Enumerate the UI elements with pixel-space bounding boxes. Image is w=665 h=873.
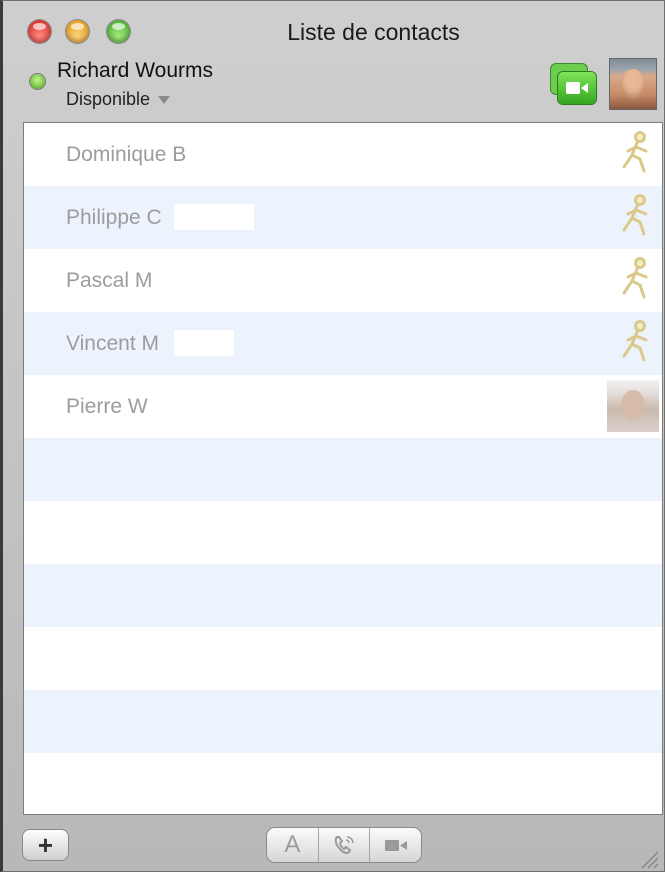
empty-row (24, 438, 662, 501)
video-chat-toolbar-button[interactable] (369, 828, 421, 862)
status-indicator-icon (30, 74, 45, 89)
contact-row[interactable]: Dominique B (24, 123, 662, 186)
empty-row (24, 753, 662, 814)
aim-running-man-icon (622, 257, 648, 299)
aim-running-man-icon (622, 320, 648, 362)
contact-photo (607, 380, 659, 432)
contact-row[interactable]: Pierre W (24, 375, 662, 438)
aim-running-man-icon (622, 131, 648, 173)
contact-name: Pierre W (66, 395, 148, 418)
bottom-toolbar: + A (3, 814, 664, 873)
video-camera-icon (558, 72, 596, 104)
status-dropdown[interactable]: Disponible (66, 89, 171, 110)
video-camera-icon (384, 840, 407, 851)
redaction (174, 330, 234, 356)
add-contact-button[interactable]: + (23, 830, 68, 860)
contact-name: Dominique B (66, 143, 187, 166)
buddy-list-window: Liste de contacts Richard Wourms Disponi… (0, 0, 665, 872)
phone-icon (334, 836, 354, 854)
contact-list: Dominique B Philippe C Pascal M Vincent … (23, 122, 663, 815)
aim-running-man-icon (622, 194, 648, 236)
resize-grip-icon[interactable] (636, 846, 660, 870)
empty-row (24, 501, 662, 564)
text-chat-label: A (284, 831, 301, 858)
status-label: Disponible (66, 89, 151, 109)
contact-name: Vincent M (66, 332, 159, 355)
text-chat-button[interactable]: A (267, 828, 318, 862)
account-name: Richard Wourms (57, 59, 213, 82)
empty-row (24, 690, 662, 753)
contact-row[interactable]: Vincent M (24, 312, 662, 375)
redaction (174, 204, 254, 230)
contact-row[interactable]: Pascal M (24, 249, 662, 312)
video-chat-button[interactable] (551, 64, 597, 104)
contact-name: Pascal M (66, 269, 153, 292)
chevron-down-icon (158, 96, 171, 105)
contact-name: Philippe C (66, 206, 162, 229)
audio-chat-button[interactable] (317, 828, 370, 862)
window-title: Liste de contacts (287, 19, 460, 45)
avatar[interactable] (609, 58, 657, 110)
empty-row (24, 627, 662, 690)
title-bar[interactable]: Liste de contacts (3, 1, 664, 51)
empty-row (24, 564, 662, 627)
contact-row[interactable]: Philippe C (24, 186, 662, 249)
chat-mode-segmented-control: A (267, 828, 421, 862)
